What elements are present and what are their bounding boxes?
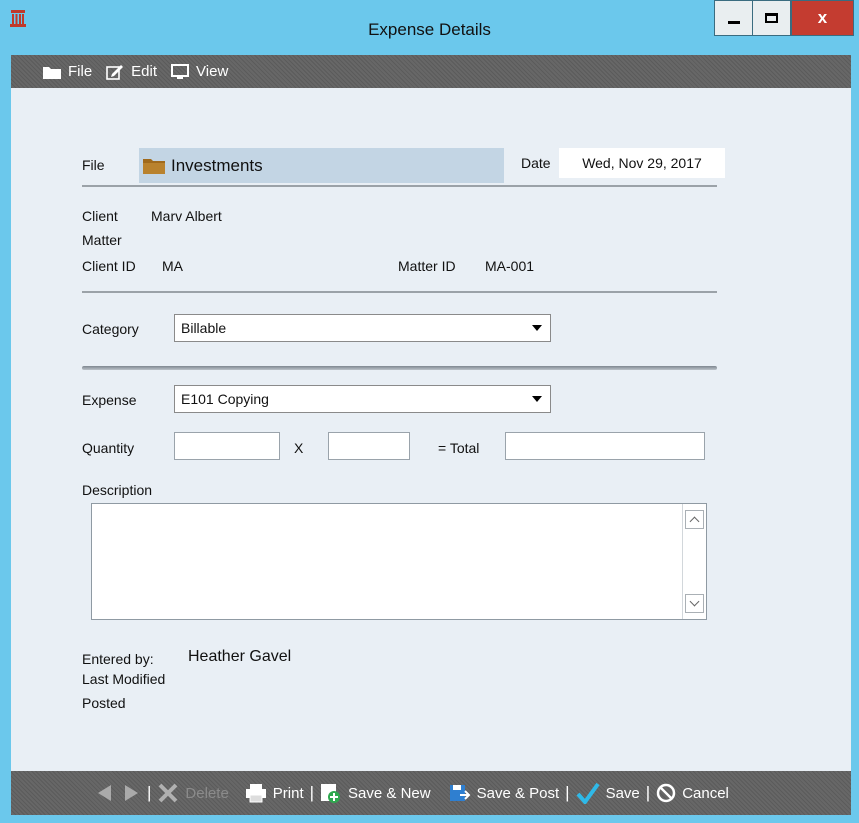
title-bar: Expense Details x: [0, 0, 859, 60]
matter-id-label: Matter ID: [398, 258, 456, 274]
chevron-down-icon: [689, 596, 700, 607]
form-panel: File Investments Date Wed, Nov 29, 2017 …: [11, 88, 851, 771]
client-label: Client: [82, 208, 118, 224]
quantity-input[interactable]: [174, 432, 280, 460]
date-value: Wed, Nov 29, 2017: [582, 155, 702, 171]
save-post-label: Save & Post: [476, 784, 560, 802]
maximize-button[interactable]: [752, 0, 791, 36]
save-button[interactable]: Save: [576, 782, 640, 804]
save-post-button[interactable]: Save & Post: [449, 783, 560, 803]
description-label: Description: [82, 482, 153, 498]
checkmark-icon: [576, 782, 600, 804]
print-label: Print: [272, 784, 304, 802]
menu-edit-label: Edit: [131, 63, 158, 80]
scroll-down-button[interactable]: [685, 594, 704, 613]
delete-label: Delete: [185, 784, 229, 802]
expense-label: Expense: [82, 392, 137, 408]
client-id-label: Client ID: [82, 258, 136, 274]
minimize-icon: [727, 20, 740, 24]
total-label: = Total: [438, 440, 480, 456]
separator: |: [565, 783, 570, 802]
expense-select[interactable]: E101 Copying: [174, 385, 551, 413]
menu-edit[interactable]: Edit: [106, 63, 157, 80]
rate-input[interactable]: [328, 432, 410, 460]
monitor-icon: [171, 63, 190, 79]
entered-by-label: Entered by:: [82, 651, 154, 667]
next-icon[interactable]: [121, 784, 141, 802]
save-new-label: Save & New: [348, 784, 431, 802]
menu-bar: File Edit View: [11, 55, 851, 88]
total-input[interactable]: [505, 432, 705, 460]
cancel-label: Cancel: [682, 784, 729, 802]
minimize-button[interactable]: [714, 0, 753, 36]
quantity-label: Quantity: [82, 440, 135, 456]
multiply-label: X: [294, 440, 304, 456]
print-button[interactable]: Print: [245, 783, 304, 803]
matter-label: Matter: [82, 232, 122, 248]
save-new-icon: [321, 784, 341, 803]
edit-icon: [106, 64, 124, 80]
chevron-up-icon: [689, 516, 700, 527]
save-new-button[interactable]: Save & New: [320, 783, 431, 803]
close-button[interactable]: x: [791, 0, 854, 36]
matter-id-value: MA-001: [485, 258, 535, 274]
section-divider: [82, 366, 717, 370]
chevron-down-icon: [532, 396, 542, 402]
bottom-toolbar: | Delete Print | Save & New Save & Post: [11, 771, 851, 815]
folder-icon: [43, 66, 61, 79]
menu-view[interactable]: View: [171, 63, 228, 80]
separator: |: [147, 783, 152, 802]
category-select[interactable]: Billable: [174, 314, 551, 342]
file-field[interactable]: Investments: [139, 148, 504, 183]
scrollbar[interactable]: [682, 504, 706, 619]
scroll-up-button[interactable]: [685, 510, 704, 529]
file-value: Investments: [171, 155, 263, 175]
separator: |: [645, 783, 651, 802]
menu-file[interactable]: File: [43, 63, 92, 80]
cancel-icon: [656, 783, 676, 803]
description-textarea[interactable]: [91, 503, 707, 620]
folder-icon: [143, 158, 165, 174]
menu-view-label: View: [196, 63, 229, 80]
posted-label: Posted: [82, 695, 126, 711]
save-post-icon: [449, 785, 471, 801]
delete-button[interactable]: Delete: [157, 783, 229, 803]
expense-value: E101 Copying: [181, 391, 269, 407]
close-icon: x: [817, 8, 828, 27]
divider: [82, 185, 717, 187]
previous-icon[interactable]: [95, 784, 115, 802]
client-value: Marv Albert: [151, 208, 222, 224]
file-label: File: [82, 157, 105, 173]
divider: [82, 291, 717, 293]
category-label: Category: [82, 321, 139, 337]
maximize-icon: [765, 13, 778, 23]
printer-icon: [245, 784, 266, 803]
date-label: Date: [521, 155, 551, 171]
date-field[interactable]: Wed, Nov 29, 2017: [559, 148, 725, 178]
chevron-down-icon: [532, 325, 542, 331]
last-modified-label: Last Modified: [82, 671, 166, 687]
entered-by-value: Heather Gavel: [188, 648, 292, 665]
client-id-value: MA: [162, 258, 183, 274]
save-label: Save: [605, 784, 640, 802]
category-value: Billable: [181, 320, 227, 336]
separator: |: [309, 783, 315, 802]
cancel-button[interactable]: Cancel: [656, 783, 729, 803]
menu-file-label: File: [68, 63, 93, 80]
delete-icon: [159, 783, 178, 803]
